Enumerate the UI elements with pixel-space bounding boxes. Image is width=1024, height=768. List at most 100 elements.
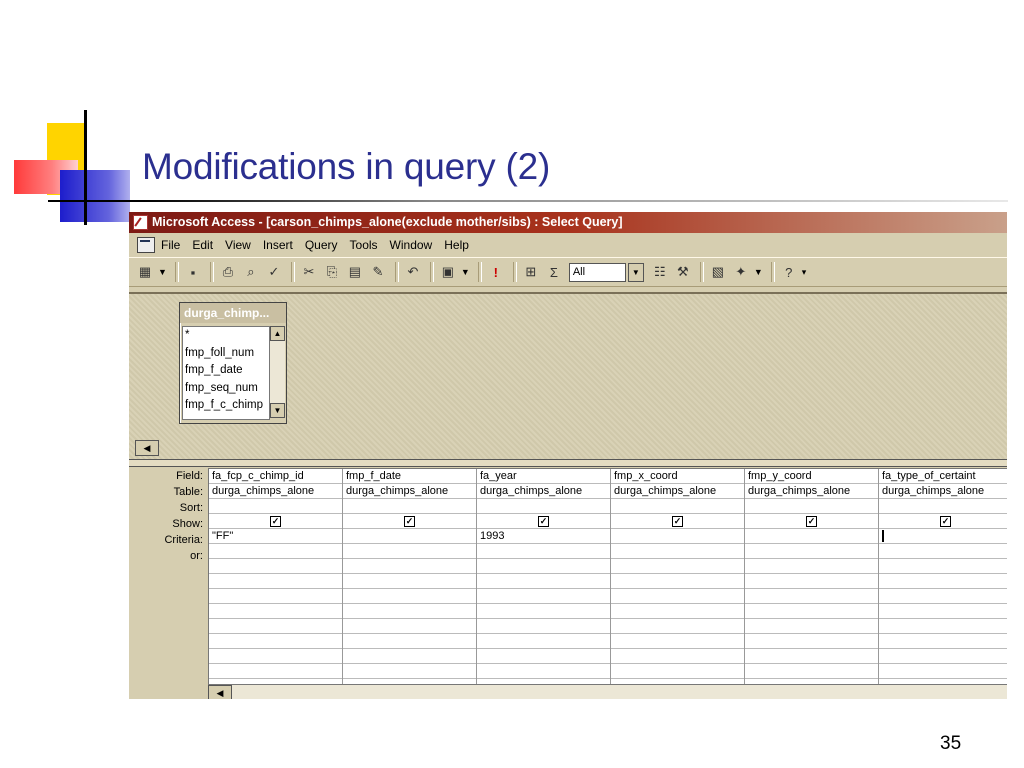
- show-checkbox[interactable]: ✓: [806, 515, 817, 527]
- criteria-cell-active[interactable]: [879, 529, 1007, 544]
- empty-cell[interactable]: [611, 649, 744, 664]
- empty-cell[interactable]: [611, 634, 744, 649]
- field-cell[interactable]: fa_fcp_c_chimp_id: [209, 469, 342, 484]
- empty-cell[interactable]: [879, 559, 1007, 574]
- empty-cell[interactable]: [879, 649, 1007, 664]
- empty-cell[interactable]: [209, 589, 342, 604]
- empty-cell[interactable]: [611, 619, 744, 634]
- scroll-up-icon[interactable]: ▲: [270, 326, 285, 341]
- totals-icon[interactable]: Σ: [544, 262, 564, 282]
- sort-cell[interactable]: [745, 499, 878, 514]
- empty-cell[interactable]: [343, 619, 476, 634]
- criteria-cell[interactable]: [745, 529, 878, 544]
- empty-cell[interactable]: [209, 559, 342, 574]
- sort-cell[interactable]: [209, 499, 342, 514]
- scroll-down-icon[interactable]: ▼: [270, 403, 285, 418]
- show-table-icon[interactable]: ⊞: [521, 262, 541, 282]
- empty-cell[interactable]: [611, 664, 744, 679]
- build-icon[interactable]: ⚒: [673, 262, 693, 282]
- scroll-left-icon[interactable]: ◀: [135, 440, 159, 456]
- help-icon[interactable]: ?: [779, 262, 799, 282]
- field-cell[interactable]: fmp_x_coord: [611, 469, 744, 484]
- empty-cell[interactable]: [745, 664, 878, 679]
- or-cell[interactable]: [745, 544, 878, 559]
- empty-cell[interactable]: [477, 619, 610, 634]
- show-checkbox[interactable]: ✓: [538, 515, 549, 527]
- criteria-cell[interactable]: [611, 529, 744, 544]
- show-checkbox[interactable]: ✓: [940, 515, 951, 527]
- empty-cell[interactable]: [745, 649, 878, 664]
- field-list-item[interactable]: *: [183, 327, 269, 345]
- empty-cell[interactable]: [611, 559, 744, 574]
- undo-icon[interactable]: ↶: [403, 262, 423, 282]
- top-values-select[interactable]: All: [568, 262, 626, 282]
- sort-cell[interactable]: [343, 499, 476, 514]
- empty-cell[interactable]: [209, 604, 342, 619]
- or-cell[interactable]: [611, 544, 744, 559]
- empty-cell[interactable]: [745, 574, 878, 589]
- table-cell[interactable]: durga_chimps_alone: [879, 484, 1007, 499]
- empty-cell[interactable]: [209, 619, 342, 634]
- empty-cell[interactable]: [477, 589, 610, 604]
- sort-cell[interactable]: [477, 499, 610, 514]
- show-checkbox[interactable]: ✓: [672, 515, 683, 527]
- run-icon[interactable]: !: [486, 262, 506, 282]
- or-cell[interactable]: [879, 544, 1007, 559]
- menu-tools[interactable]: Tools: [350, 238, 378, 252]
- cut-icon[interactable]: ✂: [299, 262, 319, 282]
- empty-cell[interactable]: [477, 574, 610, 589]
- empty-cell[interactable]: [209, 634, 342, 649]
- field-list-title[interactable]: durga_chimp...: [180, 303, 286, 323]
- or-cell[interactable]: [343, 544, 476, 559]
- spelling-icon[interactable]: ✓: [264, 262, 284, 282]
- field-cell[interactable]: fmp_f_date: [343, 469, 476, 484]
- empty-cell[interactable]: [343, 559, 476, 574]
- empty-cell[interactable]: [879, 619, 1007, 634]
- empty-cell[interactable]: [477, 664, 610, 679]
- menu-help[interactable]: Help: [444, 238, 469, 252]
- sort-cell[interactable]: [879, 499, 1007, 514]
- database-window-icon[interactable]: ▧: [708, 262, 728, 282]
- empty-cell[interactable]: [477, 649, 610, 664]
- table-pane-hscroll[interactable]: ◀: [129, 438, 1007, 456]
- pane-splitter[interactable]: [129, 459, 1007, 467]
- view-dropdown-icon[interactable]: ▼: [158, 267, 167, 277]
- table-cell[interactable]: durga_chimps_alone: [343, 484, 476, 499]
- or-cell[interactable]: [209, 544, 342, 559]
- empty-cell[interactable]: [745, 619, 878, 634]
- properties-icon[interactable]: ☷: [650, 262, 670, 282]
- empty-cell[interactable]: [477, 559, 610, 574]
- empty-cell[interactable]: [879, 589, 1007, 604]
- field-cell[interactable]: fmp_y_coord: [745, 469, 878, 484]
- empty-cell[interactable]: [879, 574, 1007, 589]
- field-list-window[interactable]: durga_chimp... * fmp_foll_num fmp_f_date…: [179, 302, 287, 424]
- field-list-scrollbar[interactable]: ▲ ▼: [269, 326, 285, 418]
- field-list-item[interactable]: fmp_foll_num: [183, 345, 269, 363]
- empty-cell[interactable]: [879, 604, 1007, 619]
- empty-cell[interactable]: [343, 589, 476, 604]
- criteria-cell[interactable]: 1993: [477, 529, 610, 544]
- menu-window[interactable]: Window: [390, 238, 433, 252]
- show-checkbox[interactable]: ✓: [404, 515, 415, 527]
- empty-cell[interactable]: [477, 604, 610, 619]
- field-cell[interactable]: fa_year: [477, 469, 610, 484]
- empty-cell[interactable]: [343, 604, 476, 619]
- view-icon[interactable]: ▦: [135, 262, 155, 282]
- empty-cell[interactable]: [209, 664, 342, 679]
- save-icon[interactable]: ▪: [183, 262, 203, 282]
- empty-cell[interactable]: [343, 574, 476, 589]
- menu-file[interactable]: File: [161, 238, 180, 252]
- show-checkbox[interactable]: ✓: [270, 515, 281, 527]
- sort-cell[interactable]: [611, 499, 744, 514]
- criteria-cell[interactable]: "FF": [209, 529, 342, 544]
- paste-icon[interactable]: ▤: [345, 262, 365, 282]
- empty-cell[interactable]: [477, 634, 610, 649]
- print-icon[interactable]: ⎙: [218, 262, 238, 282]
- empty-cell[interactable]: [879, 634, 1007, 649]
- copy-icon[interactable]: ⎘: [322, 262, 342, 282]
- table-cell[interactable]: durga_chimps_alone: [745, 484, 878, 499]
- menu-view[interactable]: View: [225, 238, 251, 252]
- table-cell[interactable]: durga_chimps_alone: [209, 484, 342, 499]
- empty-cell[interactable]: [611, 604, 744, 619]
- empty-cell[interactable]: [343, 634, 476, 649]
